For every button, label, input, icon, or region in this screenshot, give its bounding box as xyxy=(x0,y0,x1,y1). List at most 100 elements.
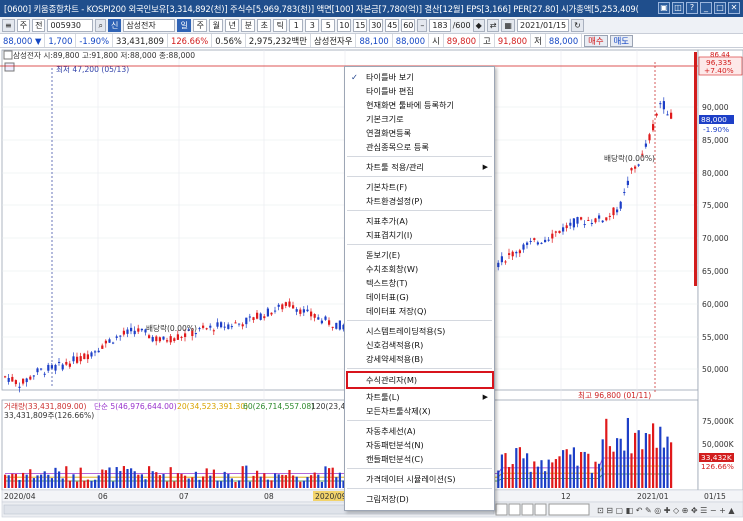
volume-bar xyxy=(227,474,230,488)
candle-body xyxy=(277,304,280,307)
menu-item-strength-weakness[interactable]: 강세약세적용(B) xyxy=(345,352,494,366)
refresh-icon[interactable]: ↻ xyxy=(571,18,584,32)
candle-body xyxy=(619,201,622,209)
minute-option[interactable]: 45 xyxy=(385,18,400,32)
collapse-icon[interactable] xyxy=(3,50,13,60)
minute-option[interactable]: 5 xyxy=(321,18,336,32)
volume-bar xyxy=(619,438,622,488)
menu-item-price-simulation[interactable]: 가격데이터 시뮬레이션(S) xyxy=(345,472,494,486)
buy-button[interactable]: 매수 xyxy=(584,34,608,47)
menu-item-magnifier[interactable]: 돋보기(E) xyxy=(345,248,494,262)
volume-bar xyxy=(245,465,248,488)
menu-item-link-screen[interactable]: 연결화면등록 xyxy=(345,126,494,140)
credit-badge[interactable]: 신 xyxy=(107,18,122,32)
volume-bar xyxy=(36,475,39,488)
scroll-right-icon[interactable] xyxy=(521,503,534,516)
close-icon[interactable]: ✕ xyxy=(728,2,740,14)
scroll-left-end-icon[interactable] xyxy=(495,503,508,516)
sell-button[interactable]: 매도 xyxy=(609,34,634,47)
menu-item-charttool-manage[interactable]: 차트툴 적용/관리 ▶ xyxy=(345,160,494,174)
menu-item-add-watchlist[interactable]: 관심종목으로 등록 xyxy=(345,140,494,154)
menu-item-save-image[interactable]: 그림저장(D) xyxy=(345,492,494,506)
candle-body xyxy=(601,220,604,223)
menu-item-chart-settings[interactable]: 차트환경설정(P) xyxy=(345,194,494,208)
menu-item-overlay-indicator[interactable]: 지표겹치기(I) xyxy=(345,228,494,242)
scroll-right-end-icon[interactable] xyxy=(534,503,547,516)
volume-bar xyxy=(173,481,176,488)
stock-code-input[interactable]: 005930 xyxy=(47,18,94,32)
pref-price-2: 88,000 xyxy=(393,34,430,47)
volume-bar xyxy=(630,453,633,488)
menu-item-value-window[interactable]: 수치조회창(W) xyxy=(345,262,494,276)
candle-body xyxy=(626,180,629,186)
help-icon[interactable]: ? xyxy=(686,2,698,14)
price-tick: 50,000 xyxy=(702,365,729,374)
menu-item-edit-titlebar[interactable]: 타이틀바 편집 xyxy=(345,84,494,98)
menu-item-candle-pattern[interactable]: 캔들패턴분석(C) xyxy=(345,452,494,466)
calendar-icon[interactable]: ▦ xyxy=(501,18,515,32)
minute-option[interactable]: 30 xyxy=(369,18,384,32)
candle-body xyxy=(540,242,543,244)
indicator-icon[interactable] xyxy=(4,62,15,72)
minus-icon[interactable]: – xyxy=(417,18,428,32)
menu-item-charttool[interactable]: 차트툴(L) ▶ xyxy=(345,390,494,404)
period-select[interactable]: 주 xyxy=(16,18,31,32)
link-icon[interactable]: ⇄ xyxy=(486,18,500,32)
menu-separator xyxy=(347,156,492,157)
tab-week[interactable]: 주 xyxy=(193,18,208,32)
menu-item-add-indicator[interactable]: 지표추가(A) xyxy=(345,214,494,228)
menu-item-auto-trendline[interactable]: 자동추세선(A) xyxy=(345,424,494,438)
menu-item-save-data-table[interactable]: 데이터표 저장(Q) xyxy=(345,304,494,318)
menu-item-basic-chart[interactable]: 기본차트(F) xyxy=(345,180,494,194)
volume-bar xyxy=(176,473,179,488)
candle-body xyxy=(310,311,313,317)
data-count-input[interactable]: 183 xyxy=(429,18,451,32)
minimize-icon[interactable]: _ xyxy=(700,2,712,14)
price-legend: 삼성전자 시:89,800 고:91,800 저:88,000 종:88,000 xyxy=(13,50,195,60)
volume-bar xyxy=(216,480,219,488)
tab-tick[interactable]: 틱 xyxy=(273,18,288,32)
tab-day[interactable]: 일 xyxy=(177,18,192,32)
all-select[interactable]: 전 xyxy=(32,18,46,32)
menu-item-text-window[interactable]: 텍스트창(T) xyxy=(345,276,494,290)
tab-year[interactable]: 년 xyxy=(225,18,240,32)
volume-bar xyxy=(234,481,237,488)
scroll-left-icon[interactable] xyxy=(508,503,521,516)
volume-bar xyxy=(94,479,97,488)
chart-type-icon[interactable]: ◆ xyxy=(472,18,485,32)
menu-icon[interactable]: ≡ xyxy=(2,18,15,32)
minute-option[interactable]: 10 xyxy=(337,18,352,32)
menu-item-delete-all-charttools[interactable]: 모든차트툴삭제(X) xyxy=(345,404,494,418)
zoom-slider[interactable] xyxy=(548,503,590,516)
volume-bar xyxy=(187,478,190,488)
minute-option[interactable]: 1 xyxy=(289,18,304,32)
time-tick: 07 xyxy=(179,492,189,501)
date-input[interactable]: 2021/01/15 xyxy=(516,18,570,32)
tab-minute[interactable]: 분 xyxy=(241,18,256,32)
search-icon[interactable]: ⌕ xyxy=(95,18,106,32)
volume-legend-sub: 33,431,809주(126.66%) xyxy=(4,411,94,420)
menu-item-signal-search[interactable]: 신호검색적용(R) xyxy=(345,338,494,352)
menu-item-register-toolbar[interactable]: 현재화면 툴바에 등록하기 xyxy=(345,98,494,112)
toolbox-icons[interactable]: ⊡ ⊟ ▢ ◧ ↶ ✎ ◎ ✚ ◇ ⊕ ✥ ☰ − + ▲ xyxy=(597,506,735,515)
minute-option[interactable]: 15 xyxy=(353,18,368,32)
tab-month[interactable]: 월 xyxy=(209,18,224,32)
menu-item-data-table[interactable]: 데이터표(G) xyxy=(345,290,494,304)
minute-option[interactable]: 60 xyxy=(401,18,416,32)
tile-icon[interactable]: ◫ xyxy=(672,2,684,14)
tab-second[interactable]: 초 xyxy=(257,18,272,32)
maximize-icon[interactable]: □ xyxy=(714,2,726,14)
menu-separator xyxy=(347,468,492,469)
volume-bar xyxy=(529,471,532,488)
menu-item-default-size[interactable]: 기본크기로 xyxy=(345,112,494,126)
volume-bar xyxy=(274,473,277,488)
stock-name-field[interactable]: 삼성전자 xyxy=(123,18,176,32)
menu-item-show-titlebar[interactable]: ✓ 타이틀바 보기 xyxy=(345,70,494,84)
menu-item-system-trading[interactable]: 시스템트레이딩적용(S) xyxy=(345,324,494,338)
volume-bar xyxy=(292,475,295,488)
volume-bar xyxy=(112,481,115,488)
minute-option[interactable]: 3 xyxy=(305,18,320,32)
link-icon[interactable]: ▣ xyxy=(658,2,670,14)
menu-item-auto-pattern[interactable]: 자동패턴분석(N) xyxy=(345,438,494,452)
candle-body xyxy=(608,215,611,217)
